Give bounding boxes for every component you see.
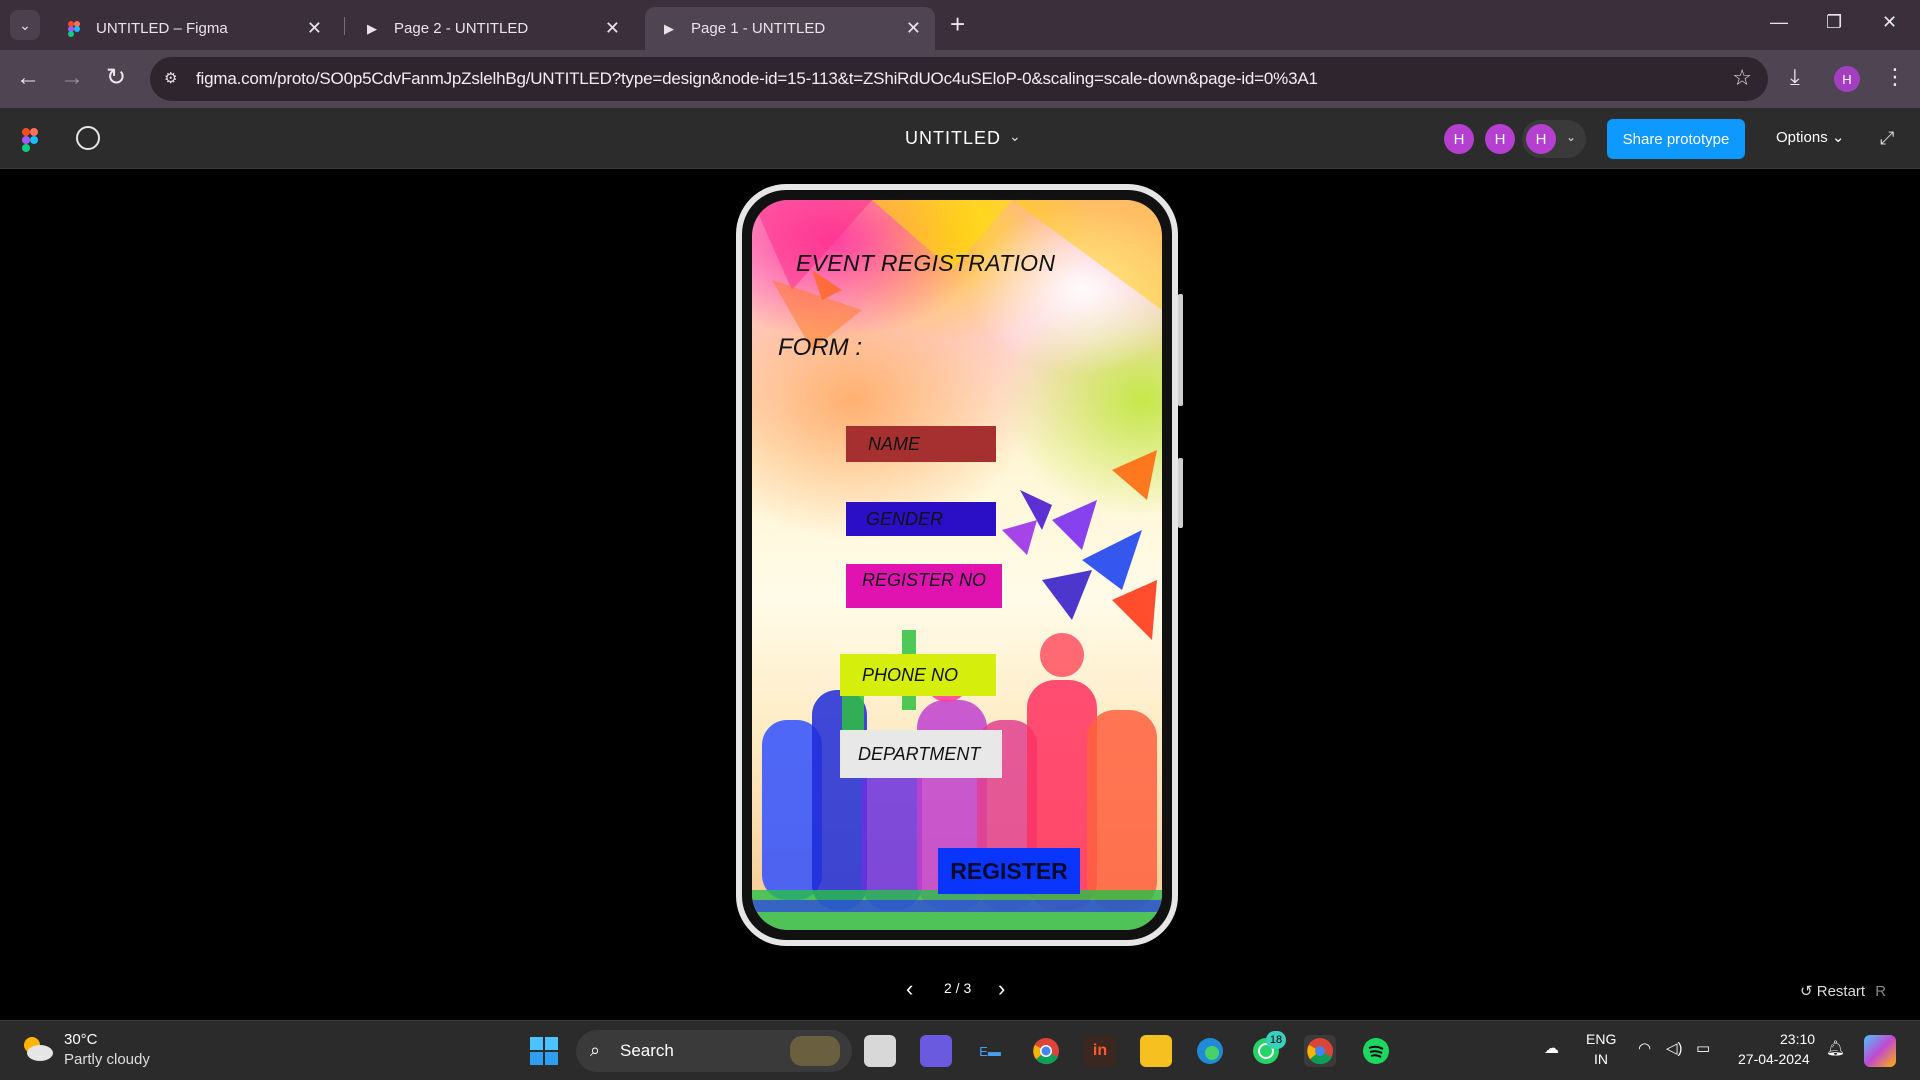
figma-menu-icon[interactable] [22,128,38,152]
whatsapp-badge: 18 [1266,1031,1286,1049]
chevron-down-icon: ⌄ [1831,129,1845,146]
prototype-screen[interactable]: EVENT REGISTRATION FORM : NAME GENDER RE… [752,200,1162,930]
windows-start-icon[interactable] [528,1035,560,1067]
clock-time[interactable]: 23:10 [1780,1031,1815,1047]
task-view-icon[interactable] [864,1035,896,1067]
chrome-profile-icon[interactable] [1304,1035,1336,1067]
department-field[interactable]: DEPARTMENT [840,730,1002,778]
profile-avatar[interactable]: H [1834,66,1860,92]
restart-button[interactable]: ↺ Restart R [1800,982,1886,1000]
browser-tab-strip: ⌄ UNTITLED – Figma ✕ ▶ Page 2 - UNTITLED… [0,0,1920,50]
restore-icon[interactable]: ❐ [1826,12,1842,33]
download-icon[interactable]: ⤓ [1790,64,1800,90]
address-bar[interactable]: ⚙ figma.com/proto/SO0p5CdvFanmJpZslelhBg… [150,57,1768,101]
tab-page-1[interactable]: ▶ Page 1 - UNTITLED ✕ [645,7,935,50]
copilot-icon[interactable] [920,1035,952,1067]
app-icon[interactable]: E▬ [974,1035,1006,1067]
file-title[interactable]: UNTITLED [905,128,1001,149]
restart-shortcut: R [1875,983,1887,1000]
clock-date[interactable]: 27-04-2024 [1738,1051,1810,1067]
avatar: H [1526,124,1556,154]
kebab-menu-icon[interactable]: ⋮ [1884,64,1906,90]
site-settings-icon[interactable]: ⚙ [164,69,184,89]
event-title: EVENT REGISTRATION [796,250,1056,276]
tab-label: Page 2 - UNTITLED [394,20,529,37]
edge-icon[interactable] [1194,1035,1226,1067]
chevron-down-icon[interactable]: ⌄ [1009,128,1021,145]
url-text[interactable]: figma.com/proto/SO0p5CdvFanmJpZslelhBg/U… [196,69,1318,89]
search-highlight-icon [790,1036,840,1066]
tab-divider [344,17,345,35]
phone-bezel: EVENT REGISTRATION FORM : NAME GENDER RE… [742,190,1172,940]
forward-arrow-icon[interactable]: → [60,64,84,92]
close-window-icon[interactable]: ✕ [1882,12,1897,33]
bookmark-star-icon[interactable]: ☆ [1732,65,1752,91]
phone-side-button [1178,294,1183,406]
chrome-icon[interactable] [1030,1035,1062,1067]
invision-icon[interactable]: in [1084,1035,1116,1067]
tab-label: UNTITLED – Figma [96,20,228,37]
battery-icon[interactable]: ▭ [1696,1039,1710,1057]
minimize-icon[interactable]: — [1770,12,1788,33]
notification-bell-icon[interactable]: 🔔︎ [1826,1039,1845,1057]
file-explorer-icon[interactable] [1140,1035,1172,1067]
close-tab-icon[interactable]: ✕ [605,19,620,37]
play-icon: ▶ [367,20,377,36]
search-icon: ⌕ [590,1040,601,1060]
spotify-icon[interactable] [1360,1035,1392,1067]
language-bottom[interactable]: IN [1594,1051,1608,1067]
language-top[interactable]: ENG [1586,1031,1616,1047]
register-button[interactable]: REGISTER [938,848,1080,894]
onedrive-cloud-icon[interactable]: ☁ [1544,1039,1559,1057]
restart-label: Restart [1816,983,1866,1000]
next-frame-icon[interactable]: › [998,976,1005,1002]
avatar[interactable]: H [1485,124,1515,154]
name-field[interactable]: NAME [846,426,996,462]
options-menu[interactable]: Options ⌄ [1776,128,1844,146]
new-tab-icon[interactable]: + [950,10,965,38]
reload-icon[interactable]: ↻ [106,64,126,92]
windows-taskbar: 30°C Partly cloudy ⌕ Search E▬ in 18 ☁ E… [0,1020,1920,1080]
comment-icon[interactable] [76,126,100,150]
phone-frame: EVENT REGISTRATION FORM : NAME GENDER RE… [736,184,1178,946]
volume-icon[interactable]: ◁) [1666,1039,1683,1057]
share-prototype-button[interactable]: Share prototype [1607,119,1745,159]
back-arrow-icon[interactable]: ← [16,64,40,92]
phone-side-button [1178,458,1183,528]
frame-pager: 2 / 3 [944,980,972,996]
search-label: Search [620,1041,674,1060]
figma-logo-icon [66,20,82,37]
expand-icon[interactable]: ⤢ [1880,128,1894,149]
restart-icon: ↺ [1800,983,1813,1000]
tab-figma-untitled[interactable]: UNTITLED – Figma ✕ [50,7,336,50]
avatar-group[interactable]: H ⌄ [1522,120,1586,158]
close-tab-icon[interactable]: ✕ [906,19,921,37]
weather-temp[interactable]: 30°C [64,1031,98,1048]
tab-search-chevron-icon[interactable]: ⌄ [10,10,40,40]
close-tab-icon[interactable]: ✕ [307,19,322,37]
options-label: Options [1776,129,1828,146]
previous-frame-icon[interactable]: ‹ [906,976,913,1002]
play-icon: ▶ [664,20,674,36]
register-no-field[interactable]: REGISTER NO [846,564,1002,608]
tab-page-2[interactable]: ▶ Page 2 - UNTITLED ✕ [348,7,634,50]
browser-toolbar: ← → ↻ ⚙ figma.com/proto/SO0p5CdvFanmJpZs… [0,50,1920,108]
tab-label: Page 1 - UNTITLED [691,20,826,37]
weather-desc[interactable]: Partly cloudy [64,1051,150,1068]
gender-field[interactable]: GENDER [846,502,996,536]
wifi-icon[interactable]: ◠ [1638,1039,1651,1057]
weather-icon[interactable] [20,1033,54,1063]
phone-no-field[interactable]: PHONE NO [840,654,996,696]
figma-prototype-toolbar: UNTITLED ⌄ H H H ⌄ Share prototype Optio… [0,108,1920,169]
avatar[interactable]: H [1444,124,1474,154]
chevron-down-icon: ⌄ [1566,130,1577,144]
taskbar-search[interactable]: ⌕ Search [576,1030,852,1072]
form-label: FORM : [778,334,862,361]
copilot-pre-icon[interactable] [1864,1035,1896,1067]
